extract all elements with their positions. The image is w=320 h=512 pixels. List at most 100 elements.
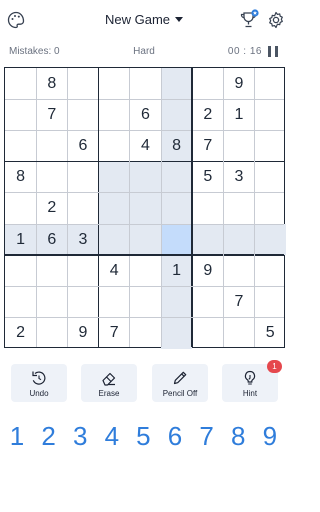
sudoku-cell[interactable] [161,161,193,193]
sudoku-cell[interactable] [255,193,286,224]
sudoku-cell[interactable]: 1 [5,224,37,256]
status-bar: Mistakes: 0 Hard 00 : 16 [0,44,288,60]
sudoku-cell[interactable] [5,99,36,130]
sudoku-cell[interactable] [161,224,193,256]
sudoku-cell[interactable] [192,286,223,317]
sudoku-cell[interactable] [99,68,130,99]
sudoku-cell[interactable] [161,99,193,131]
sudoku-cell[interactable] [255,255,286,286]
sudoku-cell[interactable] [5,193,36,224]
sudoku-cell[interactable]: 8 [161,130,193,162]
sudoku-cell[interactable] [36,130,67,161]
sudoku-cell[interactable]: 8 [5,162,36,193]
sudoku-cell[interactable]: 5 [255,318,286,349]
sudoku-cell[interactable] [255,286,286,317]
sudoku-cell[interactable]: 9 [67,318,98,349]
sudoku-cell[interactable] [36,286,67,317]
sudoku-cell[interactable]: 3 [223,162,254,193]
sudoku-cell[interactable]: 6 [130,99,161,130]
sudoku-cell[interactable] [99,286,130,317]
sudoku-cell[interactable] [130,286,161,317]
trophy-icon[interactable] [238,9,260,31]
sudoku-cell[interactable] [99,99,130,130]
sudoku-cell[interactable] [161,286,193,318]
number-button-4[interactable]: 4 [98,418,126,454]
pause-icon[interactable] [266,45,280,58]
sudoku-cell[interactable] [161,317,193,349]
sudoku-cell[interactable] [223,130,254,161]
sudoku-cell[interactable]: 5 [192,162,223,193]
number-button-8[interactable]: 8 [224,418,252,454]
erase-button[interactable]: Erase [81,364,137,402]
sudoku-cell[interactable] [98,161,130,193]
sudoku-cell[interactable] [192,68,223,99]
sudoku-cell[interactable] [130,255,161,286]
number-button-1[interactable]: 1 [3,418,31,454]
sudoku-cell[interactable]: 9 [192,255,223,286]
sudoku-cell[interactable] [5,255,36,286]
sudoku-cell[interactable]: 7 [192,130,223,161]
sudoku-cell[interactable] [129,161,161,193]
sudoku-cell[interactable] [130,318,161,349]
sudoku-cell[interactable] [99,130,130,161]
hint-button[interactable]: Hint 1 [222,360,282,402]
sudoku-cell[interactable] [36,318,67,349]
sudoku-cell[interactable] [5,130,36,161]
sudoku-cell[interactable]: 9 [223,68,254,99]
sudoku-cell[interactable] [161,192,193,224]
sudoku-cell[interactable] [67,68,98,99]
sudoku-cell[interactable] [129,224,161,256]
sudoku-cell[interactable] [98,224,130,256]
number-button-9[interactable]: 9 [256,418,284,454]
sudoku-cell[interactable]: 6 [36,224,68,256]
grid-line [5,129,284,131]
number-button-3[interactable]: 3 [66,418,94,454]
sudoku-cell[interactable] [254,224,286,256]
sudoku-cell[interactable] [36,255,67,286]
undo-button[interactable]: Undo [11,364,67,402]
gear-icon[interactable] [266,10,286,30]
sudoku-cell[interactable] [5,286,36,317]
sudoku-cell[interactable] [161,68,193,100]
sudoku-cell[interactable]: 7 [223,286,254,317]
sudoku-cell[interactable] [67,99,98,130]
sudoku-cell[interactable]: 8 [36,68,67,99]
sudoku-cell[interactable] [67,255,98,286]
sudoku-cell[interactable] [130,68,161,99]
sudoku-cell[interactable]: 4 [130,130,161,161]
sudoku-cell[interactable] [255,162,286,193]
sudoku-cell[interactable] [255,130,286,161]
sudoku-cell[interactable] [5,68,36,99]
number-button-2[interactable]: 2 [35,418,63,454]
sudoku-cell[interactable]: 2 [192,99,223,130]
sudoku-cell[interactable] [67,193,98,224]
sudoku-cell[interactable] [255,68,286,99]
sudoku-cell[interactable]: 6 [67,130,98,161]
sudoku-cell[interactable] [67,162,98,193]
pencil-button[interactable]: Pencil Off [152,364,208,402]
number-button-6[interactable]: 6 [161,418,189,454]
sudoku-cell[interactable] [223,255,254,286]
number-button-5[interactable]: 5 [129,418,157,454]
sudoku-cell[interactable] [67,286,98,317]
sudoku-cell[interactable] [129,192,161,224]
sudoku-cell[interactable] [223,224,255,256]
sudoku-cell[interactable]: 4 [99,255,130,286]
sudoku-cell[interactable] [223,318,254,349]
number-button-7[interactable]: 7 [193,418,221,454]
sudoku-cell[interactable] [192,224,224,256]
pencil-icon [173,371,187,385]
sudoku-cell[interactable] [98,192,130,224]
sudoku-cell[interactable]: 7 [99,318,130,349]
sudoku-cell[interactable]: 2 [5,318,36,349]
sudoku-cell[interactable]: 7 [36,99,67,130]
sudoku-cell[interactable]: 2 [36,193,67,224]
sudoku-cell[interactable] [36,162,67,193]
sudoku-cell[interactable]: 3 [67,224,99,256]
sudoku-cell[interactable] [192,318,223,349]
sudoku-cell[interactable] [192,193,223,224]
sudoku-cell[interactable]: 1 [161,255,193,287]
sudoku-cell[interactable] [223,193,254,224]
sudoku-cell[interactable]: 1 [223,99,254,130]
sudoku-cell[interactable] [255,99,286,130]
